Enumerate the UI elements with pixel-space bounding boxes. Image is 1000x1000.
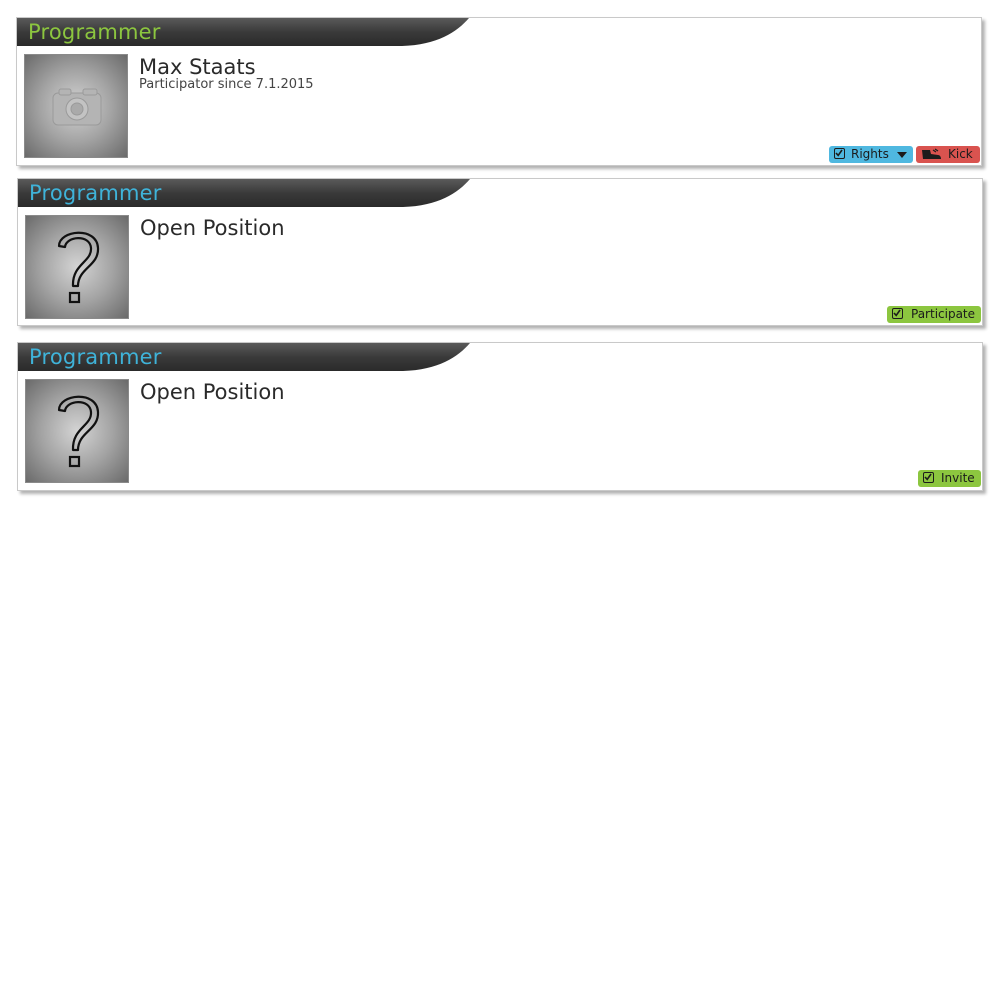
participate-label: Participate <box>911 307 976 321</box>
card-header: Programmer <box>18 179 478 209</box>
participation-date: Participator since 7.1.2015 <box>139 77 314 92</box>
boot-kick-icon <box>922 148 941 159</box>
open-position-card: Programmer Open Position Invite <box>17 342 983 491</box>
question-mark-icon <box>57 231 100 304</box>
checkbox-icon <box>923 472 934 483</box>
avatar <box>24 54 128 158</box>
role-title: Programmer <box>29 181 162 205</box>
rights-dropdown-button[interactable]: Rights <box>829 146 913 163</box>
rights-label: Rights <box>851 147 889 161</box>
chevron-down-icon <box>897 152 907 158</box>
checkbox-icon <box>834 148 845 159</box>
kick-button[interactable]: Kick <box>916 146 980 163</box>
question-mark-icon <box>57 395 100 468</box>
avatar-placeholder <box>25 379 129 483</box>
role-title: Programmer <box>28 20 161 44</box>
card-header: Programmer <box>17 18 477 48</box>
camera-icon <box>52 88 102 126</box>
role-title: Programmer <box>29 345 162 369</box>
kick-label: Kick <box>948 147 973 161</box>
member-card: Programmer Max Staats Participator since… <box>16 17 982 166</box>
position-status: Open Position <box>140 380 285 404</box>
open-position-card: Programmer Open Position Participate <box>17 178 983 326</box>
participate-button[interactable]: Participate <box>887 306 981 323</box>
invite-button[interactable]: Invite <box>918 470 981 487</box>
invite-label: Invite <box>941 471 975 485</box>
position-status: Open Position <box>140 216 285 240</box>
checkbox-icon <box>892 308 903 319</box>
avatar-placeholder <box>25 215 129 319</box>
card-header: Programmer <box>18 343 478 373</box>
